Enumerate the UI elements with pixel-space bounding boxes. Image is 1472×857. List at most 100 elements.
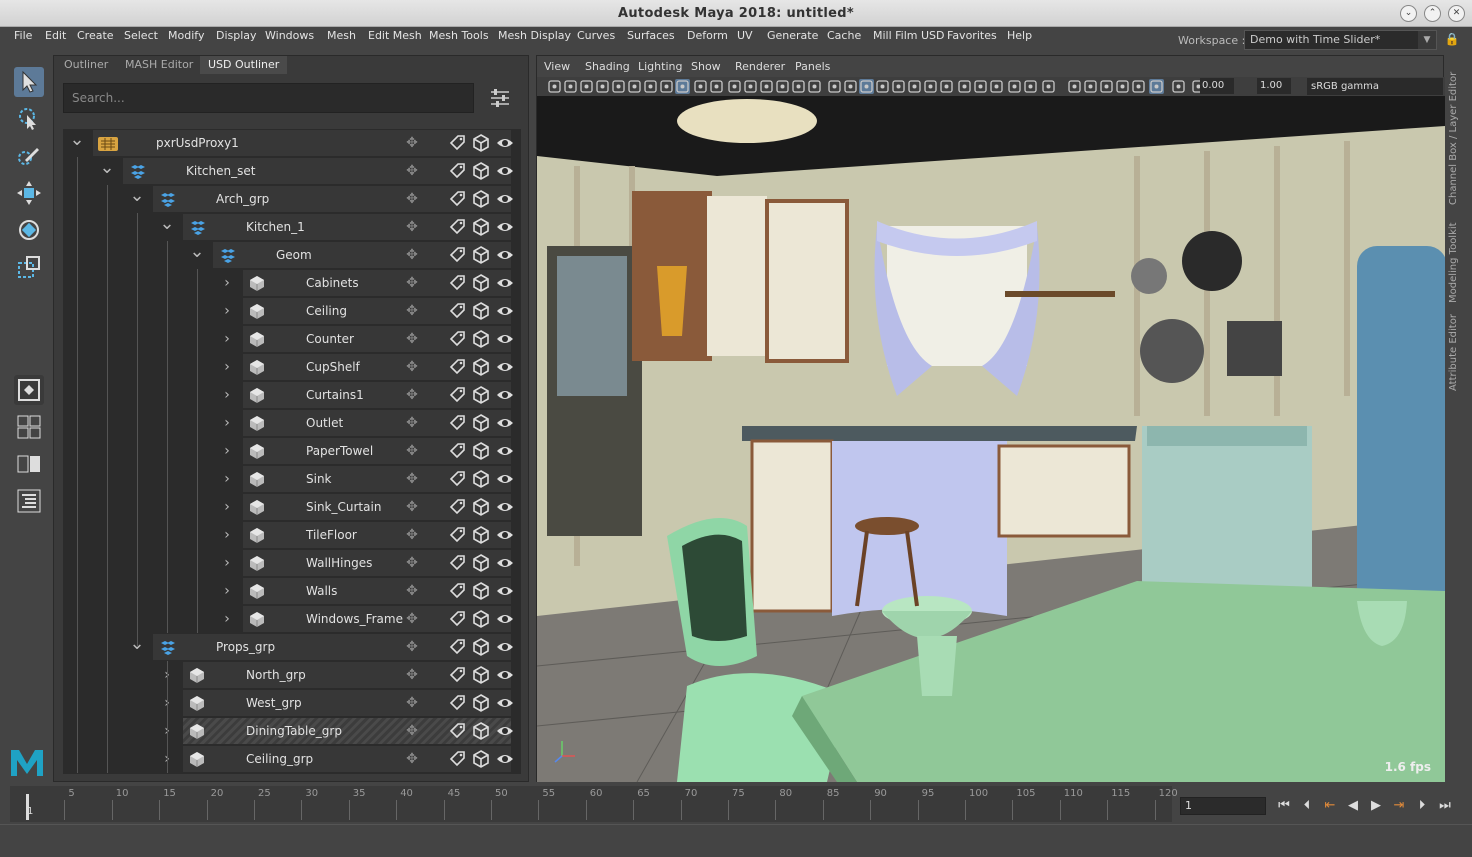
tag-icon[interactable] (448, 302, 466, 323)
chevron-right-icon[interactable]: › (217, 325, 237, 353)
step-forward-key-button[interactable]: ⇥ (1389, 796, 1409, 816)
cube-icon[interactable] (472, 554, 490, 575)
eye-icon[interactable] (496, 162, 514, 183)
minimize-button[interactable]: ⌄ (1400, 5, 1417, 22)
viewport-menu-panels[interactable]: Panels (795, 60, 830, 73)
xray-comp-icon[interactable] (1041, 79, 1056, 94)
cube-icon[interactable] (472, 470, 490, 491)
exposure-icon[interactable] (1171, 79, 1186, 94)
rotate-tool-button[interactable] (14, 215, 44, 245)
tag-icon[interactable] (448, 414, 466, 435)
drag-handle-icon[interactable]: ✥ (404, 415, 420, 431)
menu-edit[interactable]: Edit (45, 29, 66, 42)
front-icon[interactable] (1099, 79, 1114, 94)
eye-icon[interactable] (496, 582, 514, 603)
menu-cache[interactable]: Cache (827, 29, 861, 42)
cube-icon[interactable] (472, 358, 490, 379)
viewport-menu-show[interactable]: Show (691, 60, 721, 73)
lock-icon[interactable]: 🔒 (1443, 32, 1461, 50)
drag-handle-icon[interactable]: ✥ (404, 163, 420, 179)
tab-channel-box[interactable]: Channel Box / Layer Editor (1448, 63, 1466, 213)
cube-icon[interactable] (472, 134, 490, 155)
drag-handle-icon[interactable]: ✥ (404, 303, 420, 319)
menu-select[interactable]: Select (124, 29, 158, 42)
xray-icon[interactable] (643, 79, 658, 94)
tab-modeling-toolkit[interactable]: Modeling Toolkit (1448, 217, 1466, 309)
chevron-right-icon[interactable]: › (217, 381, 237, 409)
eye-icon[interactable] (496, 638, 514, 659)
eye-icon[interactable] (496, 218, 514, 239)
tag-icon[interactable] (448, 162, 466, 183)
menu-mesh[interactable]: Mesh (327, 29, 356, 42)
kitchen-scene-render[interactable]: 1.6 fps (537, 96, 1445, 782)
tag-icon[interactable] (448, 526, 466, 547)
tab-usd-outliner[interactable]: USD Outliner (200, 56, 288, 74)
tree-row[interactable]: ⌄ pxrUsdProxy1 ✥ (63, 129, 521, 157)
tag-icon[interactable] (448, 610, 466, 631)
tag-icon[interactable] (448, 190, 466, 211)
tag-icon[interactable] (448, 246, 466, 267)
layout-four-button[interactable] (14, 412, 44, 442)
drag-handle-icon[interactable]: ✥ (404, 527, 420, 543)
safe-title-icon[interactable] (759, 79, 774, 94)
cube-icon[interactable] (472, 386, 490, 407)
tree-row[interactable]: › Outlet ✥ (63, 409, 521, 437)
tag-icon[interactable] (448, 134, 466, 155)
chevron-right-icon[interactable]: › (217, 549, 237, 577)
tree-row[interactable]: › Cabinets ✥ (63, 269, 521, 297)
viewport-menu-lighting[interactable]: Lighting (638, 60, 682, 73)
field-chart-icon[interactable] (727, 79, 742, 94)
chevron-down-icon[interactable]: ⌄ (97, 157, 117, 185)
menu-generate[interactable]: Generate (767, 29, 818, 42)
texture-icon[interactable] (807, 79, 822, 94)
chevron-down-icon[interactable]: ⌄ (67, 129, 87, 157)
cube-icon[interactable] (472, 666, 490, 687)
grid-snap-icon[interactable] (611, 79, 626, 94)
bookmark-icon[interactable] (579, 79, 594, 94)
drag-handle-icon[interactable]: ✥ (404, 359, 420, 375)
eye-icon[interactable] (496, 666, 514, 687)
eye-icon[interactable] (496, 722, 514, 743)
eye-icon[interactable] (496, 386, 514, 407)
cube-icon[interactable] (472, 694, 490, 715)
camera-icon[interactable] (547, 79, 562, 94)
close-button[interactable]: ✕ (1448, 5, 1465, 22)
resolution-icon[interactable] (675, 79, 690, 94)
tag-icon[interactable] (448, 694, 466, 715)
shadow-icon[interactable] (843, 79, 858, 94)
cube-icon[interactable] (472, 750, 490, 771)
tag-icon[interactable] (448, 498, 466, 519)
chevron-right-icon[interactable]: › (217, 493, 237, 521)
lasso-tool-button[interactable] (14, 104, 44, 134)
menu-favorites[interactable]: Favorites (947, 29, 997, 42)
menu-deform[interactable]: Deform (687, 29, 728, 42)
menu-curves[interactable]: Curves (577, 29, 615, 42)
outliner-layout-button[interactable] (14, 486, 44, 516)
top-icon[interactable] (1115, 79, 1130, 94)
paint-select-tool-button[interactable] (14, 141, 44, 171)
grid-icon[interactable] (693, 79, 708, 94)
chevron-right-icon[interactable]: › (217, 605, 237, 633)
go-to-start-button[interactable]: ⏮ (1274, 796, 1294, 816)
eye-icon[interactable] (496, 302, 514, 323)
cube-icon[interactable] (472, 582, 490, 603)
film-gate-icon[interactable] (709, 79, 724, 94)
tree-row[interactable]: ⌄ Arch_grp ✥ (63, 185, 521, 213)
tree-row[interactable]: › TileFloor ✥ (63, 521, 521, 549)
tree-row[interactable]: ›Ceiling_grp✥ (63, 745, 521, 773)
layout-two-button[interactable] (14, 449, 44, 479)
drag-handle-icon[interactable]: ✥ (404, 275, 420, 291)
aa-icon[interactable] (875, 79, 890, 94)
sym-icon[interactable] (627, 79, 642, 94)
cube-icon[interactable] (472, 162, 490, 183)
search-input[interactable]: Search... (63, 83, 474, 113)
workspace-select[interactable]: Demo with Time Slider* ▼ (1244, 30, 1437, 50)
cube-icon[interactable] (472, 498, 490, 519)
cube-icon[interactable] (472, 722, 490, 743)
eye-icon[interactable] (496, 694, 514, 715)
tag-icon[interactable] (448, 470, 466, 491)
gamma-icon[interactable] (1149, 79, 1164, 94)
tag-icon[interactable] (448, 582, 466, 603)
eye-icon[interactable] (496, 554, 514, 575)
cube-icon[interactable] (472, 246, 490, 267)
